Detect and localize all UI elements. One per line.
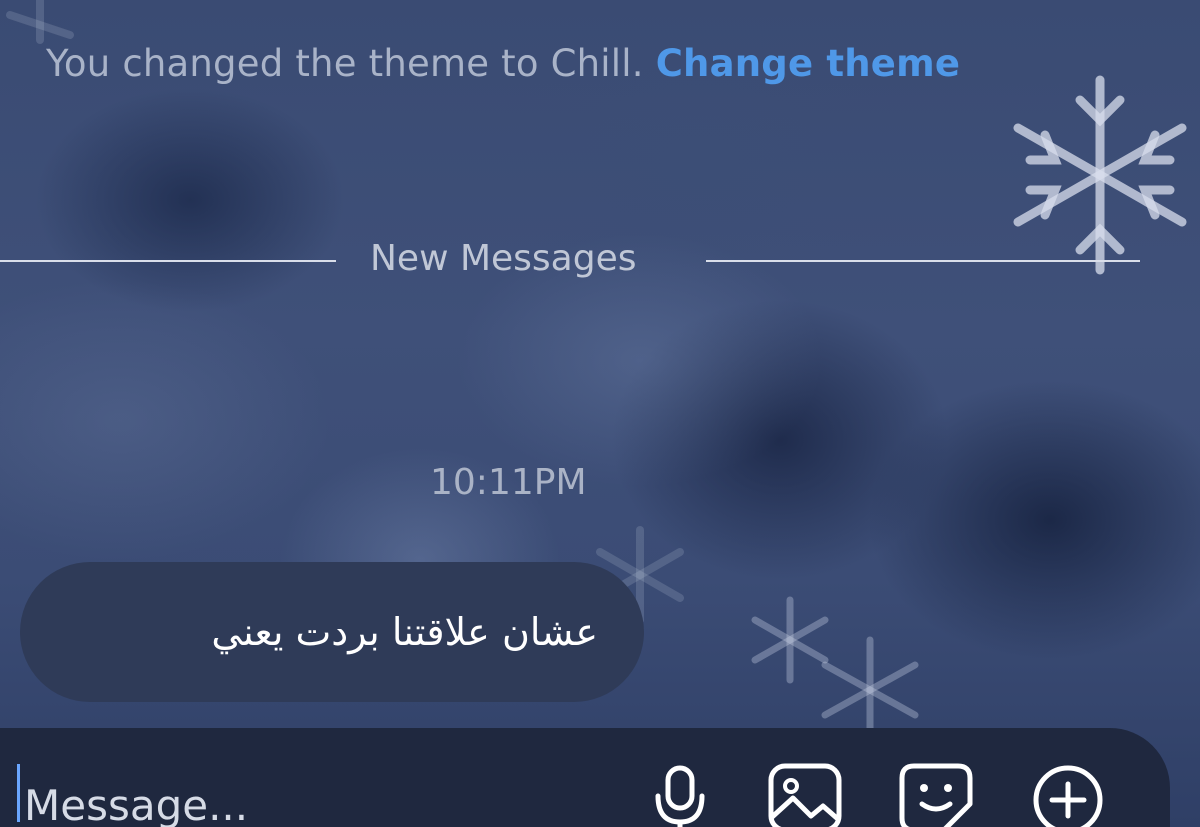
voice-message-button[interactable] [640,760,720,827]
snowflake-faint [6,0,684,624]
message-text: عشان علاقتنا بردت يعني [211,610,598,654]
change-theme-link[interactable]: Change theme [656,42,960,85]
theme-change-notice: You changed the theme to Chill. Change t… [46,42,960,85]
add-attachment-button[interactable] [1028,760,1108,827]
theme-change-text: You changed the theme to Chill. [46,42,644,85]
gallery-icon [768,763,842,827]
sticker-button[interactable] [896,760,976,827]
text-caret [17,764,20,822]
background-snowflakes [6,0,1187,744]
message-input[interactable] [24,770,584,827]
new-messages-label: New Messages [370,238,637,279]
chat-screen: You changed the theme to Chill. Change t… [0,0,1200,827]
snowflake-small-blur [751,596,919,744]
add-icon [1033,765,1103,827]
microphone-icon [655,765,705,827]
message-composer [0,728,1170,827]
divider-line-right [706,260,1140,262]
divider-line-left [0,260,336,262]
new-messages-divider: New Messages [0,238,1140,284]
message-timestamp: 10:11PM [430,462,587,503]
gallery-button[interactable] [765,760,845,827]
incoming-message-bubble[interactable]: عشان علاقتنا بردت يعني [20,562,644,702]
sticker-icon [899,763,973,827]
